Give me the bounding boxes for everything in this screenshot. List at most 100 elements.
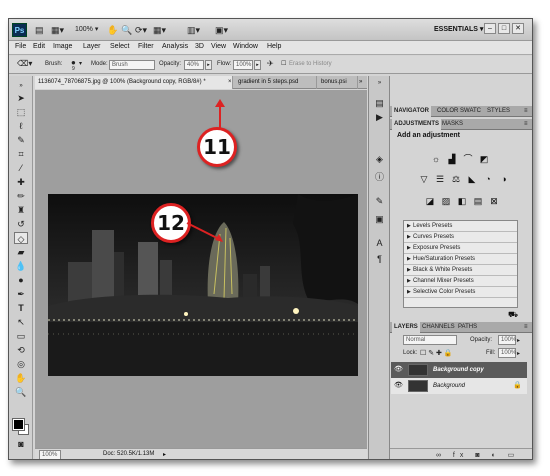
hand-tool-icon[interactable]: ✋ xyxy=(14,372,28,384)
layer-row-background[interactable]: 👁 Background 🔒 xyxy=(391,378,527,394)
menu-image[interactable]: Image xyxy=(53,43,72,50)
status-menu-arrow[interactable]: ▸ xyxy=(163,451,166,458)
gradient-map-icon[interactable]: ▤ xyxy=(472,196,484,207)
layer-opacity-arrow[interactable]: ▸ xyxy=(517,337,520,344)
flow-slider-button[interactable]: ▸ xyxy=(254,60,261,70)
tab-masks[interactable]: MASKS xyxy=(440,119,465,130)
minimize-button[interactable]: – xyxy=(484,23,496,34)
3d-rotate-tool-icon[interactable]: ⟲ xyxy=(14,344,28,356)
preset-hue-saturation[interactable]: ▶ Hue/Saturation Presets xyxy=(404,254,517,265)
brush-tool-icon[interactable]: ✏ xyxy=(14,190,28,202)
tab-color[interactable]: COLOR xyxy=(435,106,460,117)
color-balance-icon[interactable]: ⚖ xyxy=(450,174,462,185)
move-tool-icon[interactable]: ➤ xyxy=(14,92,28,104)
actions-panel-icon[interactable]: ▶ xyxy=(373,112,386,123)
layer-opacity-field[interactable]: 100% xyxy=(498,335,516,345)
preset-exposure[interactable]: ▶ Exposure Presets xyxy=(404,243,517,254)
paragraph-panel-icon[interactable]: ¶ xyxy=(373,254,386,265)
menu-edit[interactable]: Edit xyxy=(33,43,45,50)
blur-tool-icon[interactable]: 💧 xyxy=(14,260,28,272)
flow-field[interactable]: 100% xyxy=(233,60,253,70)
lock-icons[interactable]: ☐ ✎ ✚ 🔒 xyxy=(420,349,453,357)
layers-menu-icon[interactable]: ≡ xyxy=(522,322,530,333)
3d-orbit-tool-icon[interactable]: ◎ xyxy=(14,358,28,370)
menu-analysis[interactable]: Analysis xyxy=(162,43,188,50)
layer-row-background-copy[interactable]: 👁 Background copy xyxy=(391,362,527,378)
toolbox-collapse-icon[interactable]: » xyxy=(14,80,28,92)
dock-collapse-icon[interactable]: » xyxy=(373,78,386,89)
tab-bonus-document[interactable]: bonus.psi xyxy=(318,76,358,89)
menu-filter[interactable]: Filter xyxy=(138,43,154,50)
status-zoom-field[interactable]: 100% xyxy=(39,450,61,459)
clone-stamp-tool-icon[interactable]: ♜ xyxy=(14,204,28,216)
tab-styles[interactable]: STYLES xyxy=(485,106,512,117)
path-selection-tool-icon[interactable]: ↖ xyxy=(14,316,28,328)
brightness-contrast-icon[interactable]: ☼ xyxy=(430,154,442,165)
adjustments-menu-icon[interactable]: ≡ xyxy=(522,119,530,130)
3d-panel-icon[interactable]: ◈ xyxy=(373,154,386,165)
character-panel-icon[interactable]: A xyxy=(373,238,386,249)
layers-footer-icons[interactable]: ∞ fx ◙ ◐ ▭ ◫ 🗑 xyxy=(390,448,532,459)
screen-mode-icon[interactable]: ▣▾ xyxy=(215,24,228,36)
shape-tool-icon[interactable]: ▭ xyxy=(14,330,28,342)
arrange-documents-icon[interactable]: ▥▾ xyxy=(187,24,200,36)
zoom-level-dropdown[interactable]: 100% ▾ xyxy=(75,24,98,36)
black-white-icon[interactable]: ◣ xyxy=(466,174,478,185)
workspace-switcher[interactable]: ESSENTIALS ▾ » xyxy=(434,25,489,33)
hue-saturation-icon[interactable]: ☰ xyxy=(434,174,446,185)
healing-brush-tool-icon[interactable]: ✚ xyxy=(14,176,28,188)
foreground-color-swatch[interactable] xyxy=(12,418,25,431)
mini-bridge-icon[interactable]: ▦▾ xyxy=(51,24,64,36)
menu-window[interactable]: Window xyxy=(233,43,258,50)
eraser-preset-icon[interactable]: ⌫▾ xyxy=(17,59,32,68)
blend-mode-select[interactable]: Normal xyxy=(403,335,457,345)
eye-icon[interactable]: 👁 xyxy=(394,378,403,394)
tab-close-icon[interactable]: × xyxy=(228,76,232,89)
posterize-icon[interactable]: ▨ xyxy=(440,196,452,207)
history-panel-icon[interactable]: ▤ xyxy=(373,98,386,109)
fill-field[interactable]: 100% xyxy=(498,348,516,358)
preset-selective-color[interactable]: ▶ Selective Color Presets xyxy=(404,287,517,298)
crop-tool-icon[interactable]: ⌗ xyxy=(14,148,28,160)
erase-history-checkbox[interactable]: ☐ xyxy=(281,60,286,67)
tab-layers[interactable]: LAYERS xyxy=(392,322,420,333)
invert-icon[interactable]: ◪ xyxy=(424,196,436,207)
menu-layer[interactable]: Layer xyxy=(83,43,101,50)
zoom-tool-icon[interactable]: 🔍 xyxy=(121,24,132,36)
levels-icon[interactable]: ▟ xyxy=(446,154,458,165)
eraser-tool-icon[interactable]: ◇ xyxy=(14,232,28,244)
eyedropper-tool-icon[interactable]: ⁄ xyxy=(14,162,28,174)
opacity-slider-button[interactable]: ▸ xyxy=(205,60,212,70)
history-brush-tool-icon[interactable]: ↺ xyxy=(14,218,28,230)
quick-mask-icon[interactable]: ◙ xyxy=(14,438,28,450)
clone-source-panel-icon[interactable]: ▣ xyxy=(373,214,386,225)
grid-icon[interactable]: ▦▾ xyxy=(153,24,166,36)
menu-view[interactable]: View xyxy=(211,43,226,50)
info-panel-icon[interactable]: ⓘ xyxy=(373,172,386,183)
mode-select[interactable]: Brush xyxy=(109,60,155,70)
adjustments-footer-icon[interactable]: ⛟ xyxy=(508,310,518,320)
tab-gradient-document[interactable]: gradient in 5 steps.psd xyxy=(235,76,317,89)
tab-swatches[interactable]: SWATC xyxy=(458,106,483,117)
threshold-icon[interactable]: ◧ xyxy=(456,196,468,207)
lasso-tool-icon[interactable]: ℓ xyxy=(14,120,28,132)
document-size-info[interactable]: Doc: 520.5K/1.13M xyxy=(103,451,154,457)
selective-color-icon[interactable]: ⊠ xyxy=(488,196,500,207)
close-button[interactable]: ✕ xyxy=(512,23,524,34)
tab-active-document[interactable]: 1136074_78706875.jpg @ 100% (Background … xyxy=(35,76,233,89)
preset-levels[interactable]: ▶ Levels Presets xyxy=(404,221,517,232)
curves-icon[interactable]: ⌒ xyxy=(462,154,474,165)
tab-navigator[interactable]: NAVIGATOR xyxy=(392,106,432,117)
photo-filter-icon[interactable]: ◔ xyxy=(482,174,494,185)
tab-channels[interactable]: CHANNELS xyxy=(420,322,457,333)
vibrance-icon[interactable]: ▽ xyxy=(418,174,430,185)
pen-tool-icon[interactable]: ✒ xyxy=(14,288,28,300)
canvas-area[interactable]: 12 11 xyxy=(35,90,367,448)
rotate-view-icon[interactable]: ⟳▾ xyxy=(135,24,147,36)
tabs-overflow-icon[interactable]: » xyxy=(359,76,362,89)
preset-black-white[interactable]: ▶ Black & White Presets xyxy=(404,265,517,276)
fill-arrow[interactable]: ▸ xyxy=(517,350,520,357)
dodge-tool-icon[interactable]: ● xyxy=(14,274,28,286)
gradient-tool-icon[interactable]: ▰ xyxy=(14,246,28,258)
marquee-tool-icon[interactable]: ⬚ xyxy=(14,106,28,118)
